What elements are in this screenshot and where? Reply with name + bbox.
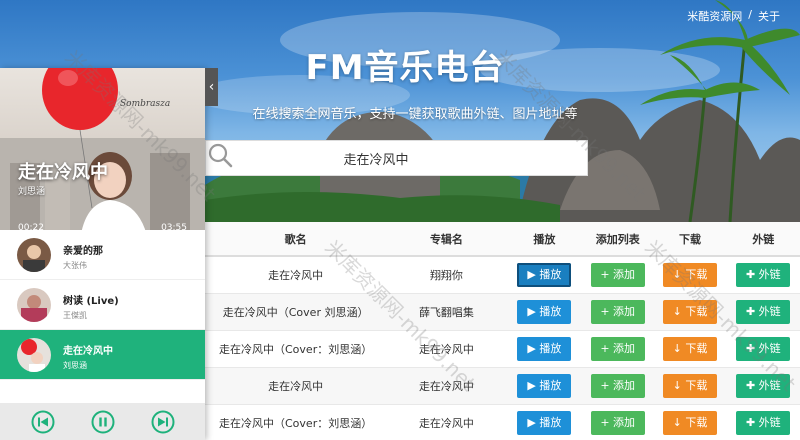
album-name: 走在冷风中 — [386, 403, 507, 440]
now-playing-title: 走在冷风中 — [18, 162, 108, 183]
pause-icon[interactable] — [91, 410, 115, 434]
table-row: 走在冷风中（Cover：刘思涵） 走在冷风中 ▶ 播放 + 添加 ↓ 下载 ✚ … — [205, 403, 800, 440]
play-button[interactable]: ▶ 播放 — [517, 262, 572, 287]
track-name: 树读 (Live) — [63, 296, 119, 307]
external-link-button[interactable]: ✚ 外链 — [736, 336, 791, 361]
table-row: 走在冷风中（Cover：刘思涵） 走在冷风中 ▶ 播放 + 添加 ↓ 下载 ✚ … — [205, 329, 800, 367]
nav-separator: / — [748, 8, 752, 21]
add-button[interactable]: + 添加 — [590, 336, 645, 361]
search-input[interactable] — [206, 141, 546, 175]
play-button[interactable]: ▶ 播放 — [517, 373, 572, 398]
add-button[interactable]: + 添加 — [590, 299, 645, 324]
now-playing-artist: 刘思涵 — [18, 187, 46, 197]
play-button[interactable]: ▶ 播放 — [517, 410, 572, 435]
download-button[interactable]: ↓ 下载 — [662, 336, 717, 361]
download-button[interactable]: ↓ 下载 — [662, 410, 717, 435]
collapse-player-icon[interactable]: ‹ — [205, 68, 218, 106]
playlist-item[interactable]: 亲爱的那 大张伟 — [0, 230, 205, 280]
playlist: 亲爱的那 大张伟 树读 (Live) 王傑凯 走在冷风中 刘思涵 — [0, 230, 205, 380]
player-controls — [0, 403, 205, 440]
track-artist: 大张伟 — [63, 261, 87, 270]
header-album: 专辑名 — [386, 222, 507, 257]
previous-icon[interactable] — [31, 410, 55, 434]
album-name: 走在冷风中 — [386, 329, 507, 367]
play-button[interactable]: ▶ 播放 — [517, 336, 572, 361]
play-button[interactable]: ▶ 播放 — [517, 299, 572, 324]
next-icon[interactable] — [151, 410, 175, 434]
track-artist: 刘思涵 — [63, 361, 87, 370]
song-name: 走在冷风中（Cover 刘思涵） — [205, 292, 387, 330]
add-button[interactable]: + 添加 — [590, 410, 645, 435]
top-nav: 米酷资源网 / 关于 — [687, 8, 780, 24]
results-table: 歌名 专辑名 播放 添加列表 下载 外链 走在冷风中 翔翔你 ▶ 播放 + 添加… — [205, 222, 800, 440]
table-row: 走在冷风中 走在冷风中 ▶ 播放 + 添加 ↓ 下载 ✚ 外链 — [205, 366, 800, 404]
song-name: 走在冷风中 — [205, 255, 387, 293]
playlist-item[interactable]: 树读 (Live) 王傑凯 — [0, 280, 205, 330]
download-button[interactable]: ↓ 下载 — [662, 262, 717, 287]
song-name: 走在冷风中（Cover：刘思涵） — [205, 329, 387, 367]
header-song: 歌名 — [205, 222, 387, 257]
table-header-row: 歌名 专辑名 播放 添加列表 下载 外链 — [205, 222, 800, 257]
header-link: 外链 — [726, 222, 800, 257]
track-name: 亲爱的那 — [63, 246, 103, 257]
search-box — [205, 140, 588, 176]
page-subtitle: 在线搜索全网音乐，支持一键获取歌曲外链、图片地址等 — [252, 107, 578, 122]
album-name: 薛飞翻唱集 — [386, 292, 507, 330]
music-player: Sombrasza 走在冷风中 刘思涵 00:22 03:55 亲爱的那 大张伟… — [0, 68, 205, 440]
external-link-button[interactable]: ✚ 外链 — [736, 410, 791, 435]
track-name: 走在冷风中 — [63, 346, 113, 357]
track-thumbnail — [17, 288, 51, 322]
album-cover: Sombrasza 走在冷风中 刘思涵 00:22 03:55 — [0, 68, 205, 240]
table-row: 走在冷风中（Cover 刘思涵） 薛飞翻唱集 ▶ 播放 + 添加 ↓ 下载 ✚ … — [205, 292, 800, 330]
svg-text:Sombrasza: Sombrasza — [120, 99, 170, 109]
cover-art: Sombrasza — [0, 68, 205, 240]
search-icon[interactable] — [206, 141, 234, 169]
site-link[interactable]: 米酷资源网 — [687, 8, 742, 24]
add-button[interactable]: + 添加 — [590, 262, 645, 287]
external-link-button[interactable]: ✚ 外链 — [736, 373, 791, 398]
header-add: 添加列表 — [582, 222, 654, 257]
album-name: 翔翔你 — [386, 255, 507, 293]
about-link[interactable]: 关于 — [758, 8, 780, 24]
external-link-button[interactable]: ✚ 外链 — [736, 299, 791, 324]
add-button[interactable]: + 添加 — [590, 373, 645, 398]
track-artist: 王傑凯 — [63, 311, 87, 320]
song-name: 走在冷风中 — [205, 366, 387, 404]
song-name: 走在冷风中（Cover：刘思涵） — [205, 403, 387, 440]
track-thumbnail — [17, 238, 51, 272]
header-download: 下载 — [653, 222, 727, 257]
table-row: 走在冷风中 翔翔你 ▶ 播放 + 添加 ↓ 下载 ✚ 外链 — [205, 255, 800, 293]
header-play: 播放 — [506, 222, 583, 257]
album-name: 走在冷风中 — [386, 366, 507, 404]
download-button[interactable]: ↓ 下载 — [662, 299, 717, 324]
external-link-button[interactable]: ✚ 外链 — [736, 262, 791, 287]
download-button[interactable]: ↓ 下载 — [662, 373, 717, 398]
page-title: FM音乐电台 — [305, 48, 505, 88]
track-thumbnail — [17, 338, 51, 372]
playlist-item-active[interactable]: 走在冷风中 刘思涵 — [0, 330, 205, 380]
